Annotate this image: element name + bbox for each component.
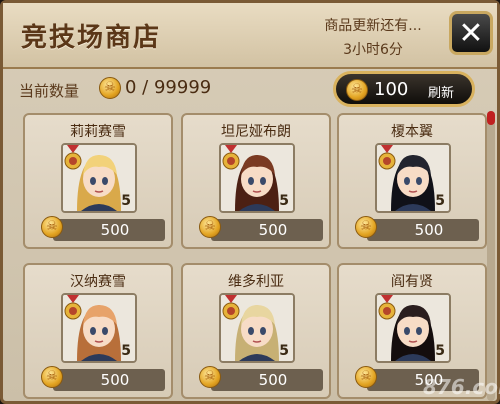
character-portrait: 5 [219, 293, 295, 363]
item-price: 500 [414, 221, 444, 239]
shop-item-card[interactable]: 坦尼娅布朗 5 ☠ 500 [181, 113, 331, 249]
item-price: 500 [258, 221, 288, 239]
character-portrait: 5 [61, 293, 137, 363]
refresh-countdown-label: 商品更新还有... [324, 18, 422, 34]
close-button[interactable]: ✕ [449, 11, 493, 55]
refresh-button[interactable]: ☠ 100 刷新 [333, 71, 475, 107]
item-price: 500 [100, 221, 130, 239]
arena-coin-icon: ☠ [41, 366, 63, 388]
item-name: 莉莉赛雪 [70, 124, 126, 140]
item-name: 榎本翼 [391, 124, 433, 140]
rank-medal-icon [64, 145, 82, 170]
arena-coin-icon: ☠ [346, 79, 368, 101]
item-price: 500 [100, 371, 130, 389]
watermark: 876.com [423, 375, 500, 399]
shop-title: 竞技场商店 [21, 23, 162, 53]
star-level: 5 [279, 343, 289, 359]
arena-coin-icon: ☠ [199, 216, 221, 238]
rank-medal-icon [64, 295, 82, 320]
currency-value: 0 / 99999 [125, 77, 212, 98]
shop-item-card[interactable]: 汉纳赛雪 5 ☠ 500 [23, 263, 173, 399]
item-name: 坦尼娅布朗 [221, 124, 291, 140]
currency-label: 当前数量 [19, 82, 80, 100]
close-icon: ✕ [458, 15, 484, 51]
item-name: 阎有贤 [391, 274, 433, 290]
shop-item-card[interactable]: 维多利亚 5 ☠ 500 [181, 263, 331, 399]
scrollbar[interactable] [487, 111, 495, 401]
star-level: 5 [279, 193, 289, 209]
shop-item-card[interactable]: 莉莉赛雪 5 ☠ 500 [23, 113, 173, 249]
rank-medal-icon [222, 295, 240, 320]
item-name: 维多利亚 [228, 274, 284, 290]
arena-coin-icon: ☠ [355, 366, 377, 388]
character-portrait: 5 [61, 143, 137, 213]
item-name: 汉纳赛雪 [70, 274, 126, 290]
rank-medal-icon [378, 145, 396, 170]
arena-coin-icon: ☠ [99, 77, 121, 99]
shop-item-card[interactable]: 榎本翼 5 ☠ 500 [337, 113, 487, 249]
arena-coin-icon: ☠ [355, 216, 377, 238]
refresh-countdown-time: 3小时6分 [343, 42, 403, 58]
shop-window: 竞技场商店 商品更新还有... 3小时6分 ✕ 当前数量 ☠ 0 / 99999… [0, 0, 500, 404]
item-price: 500 [258, 371, 288, 389]
character-portrait: 5 [375, 293, 451, 363]
arena-coin-icon: ☠ [199, 366, 221, 388]
rank-medal-icon [378, 295, 396, 320]
star-level: 5 [121, 343, 131, 359]
star-level: 5 [435, 343, 445, 359]
arena-coin-icon: ☠ [41, 216, 63, 238]
refresh-cost: 100 [374, 79, 409, 100]
refresh-label: 刷新 [428, 86, 455, 101]
star-level: 5 [435, 193, 445, 209]
rank-medal-icon [222, 145, 240, 170]
character-portrait: 5 [219, 143, 295, 213]
character-portrait: 5 [375, 143, 451, 213]
scroll-thumb[interactable] [487, 111, 495, 125]
shop-header: 竞技场商店 商品更新还有... 3小时6分 ✕ [3, 3, 497, 69]
star-level: 5 [121, 193, 131, 209]
